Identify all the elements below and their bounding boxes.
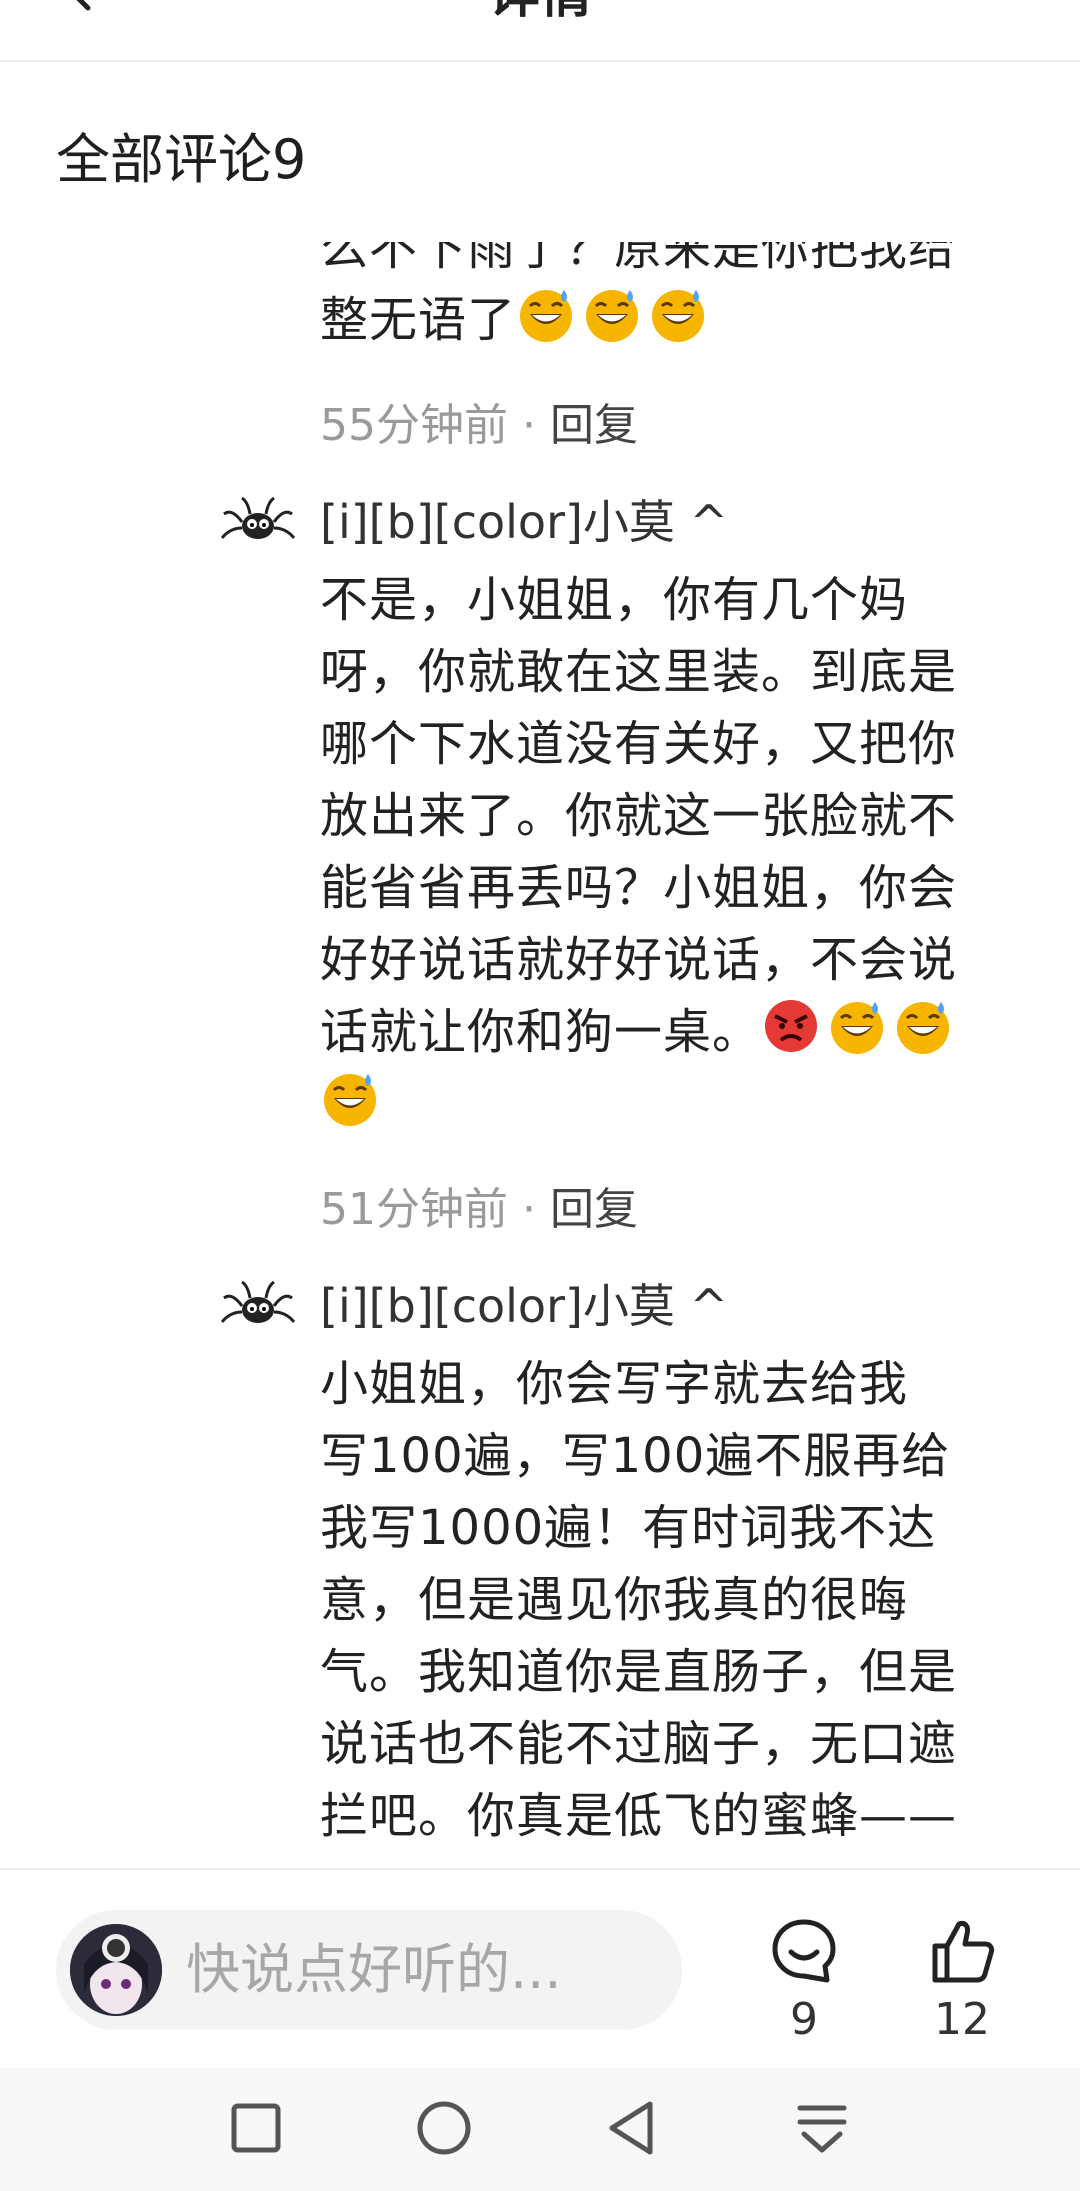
comment-time: 55分钟前 xyxy=(320,400,508,451)
like-action[interactable]: 12 xyxy=(902,1916,1022,2048)
comment-time: 51分钟前 xyxy=(320,1184,508,1235)
comment-item: [i][b][color]小莫 ^ 不是，小姐姐，你有几个妈 呀，你就敢在这里装… xyxy=(220,486,1020,1240)
home-circle-icon[interactable] xyxy=(412,2096,476,2160)
page-title: 详情 xyxy=(0,0,1080,30)
spider-avatar-icon[interactable] xyxy=(220,494,296,550)
comment-count: 9 xyxy=(790,1994,818,2045)
notification-pull-down-icon[interactable] xyxy=(790,2096,854,2160)
user-avatar xyxy=(70,1924,162,2016)
emoji-group xyxy=(516,290,714,348)
comment-author-name[interactable]: [i][b][color]小莫 ^ xyxy=(320,486,728,558)
comment-author-row: [i][b][color]小莫 ^ xyxy=(220,1270,1020,1342)
comment-text-line: 么不下雨了？原来是你把我给 xyxy=(320,242,958,276)
comment-text: 小姐姐，你会写字就去给我 写100遍，写100遍不服再给 我写1000遍！有时词… xyxy=(320,1356,958,1844)
sweat-smile-emoji-icon xyxy=(831,1002,884,1054)
input-placeholder[interactable]: 快说点好听的... xyxy=(186,1934,656,2006)
comment-action[interactable]: 9 xyxy=(744,1916,864,2048)
sweat-smile-emoji-icon xyxy=(586,290,639,342)
comment-author-row: [i][b][color]小莫 ^ xyxy=(220,486,1020,558)
bottom-action-bar: 快说点好听的... 9 12 xyxy=(0,1868,1080,2070)
comment-meta: 55分钟前 · 回复 xyxy=(220,396,1020,456)
comment-text: 么不下雨了？原来是你把我给 整无语了 xyxy=(220,242,1020,356)
avatar-image-icon xyxy=(70,1924,162,2016)
reply-button[interactable]: 回复 xyxy=(550,1184,638,1235)
comment-item: 么不下雨了？原来是你把我给 整无语了 55分钟前 · 回复 xyxy=(220,242,1020,456)
comment-text-line: 整无语了 xyxy=(320,292,517,348)
reply-button[interactable]: 回复 xyxy=(550,400,638,451)
sweat-smile-emoji-icon xyxy=(897,1002,950,1054)
angry-face-emoji-icon xyxy=(765,1000,818,1052)
comment-text-content: 不是，小姐姐，你有几个妈 呀，你就敢在这里装。到底是 哪个下水道没有关好，又把你… xyxy=(320,572,958,1060)
comment-list[interactable]: 么不下雨了？原来是你把我给 整无语了 55分钟前 · 回复 [i][b][col… xyxy=(0,242,1080,1868)
system-nav-bar xyxy=(0,2068,1080,2191)
meta-separator: · xyxy=(522,400,536,451)
comment-input[interactable]: 快说点好听的... xyxy=(56,1910,682,2030)
spider-avatar-icon[interactable] xyxy=(220,1278,296,1334)
thumbs-up-icon[interactable] xyxy=(927,1916,997,1986)
like-count: 12 xyxy=(934,1994,990,2045)
comments-section-title: 全部评论9 xyxy=(56,128,307,191)
sweat-smile-emoji-icon xyxy=(652,290,705,342)
comment-text: 不是，小姐姐，你有几个妈 呀，你就敢在这里装。到底是 哪个下水道没有关好，又把你… xyxy=(220,564,1020,1140)
back-triangle-icon[interactable] xyxy=(600,2096,664,2160)
recent-apps-square-icon[interactable] xyxy=(224,2096,288,2160)
comment-meta: 51分钟前 · 回复 xyxy=(220,1180,1020,1240)
top-bar: 详情 xyxy=(0,0,1080,62)
comment-author-name[interactable]: [i][b][color]小莫 ^ xyxy=(320,1270,728,1342)
sweat-smile-emoji-icon xyxy=(324,1074,376,1126)
meta-separator: · xyxy=(522,1184,536,1235)
comment-item: [i][b][color]小莫 ^ 小姐姐，你会写字就去给我 写100遍，写10… xyxy=(220,1270,1020,1852)
sweat-smile-emoji-icon xyxy=(520,290,573,342)
comment-bubble-icon[interactable] xyxy=(769,1916,839,1986)
